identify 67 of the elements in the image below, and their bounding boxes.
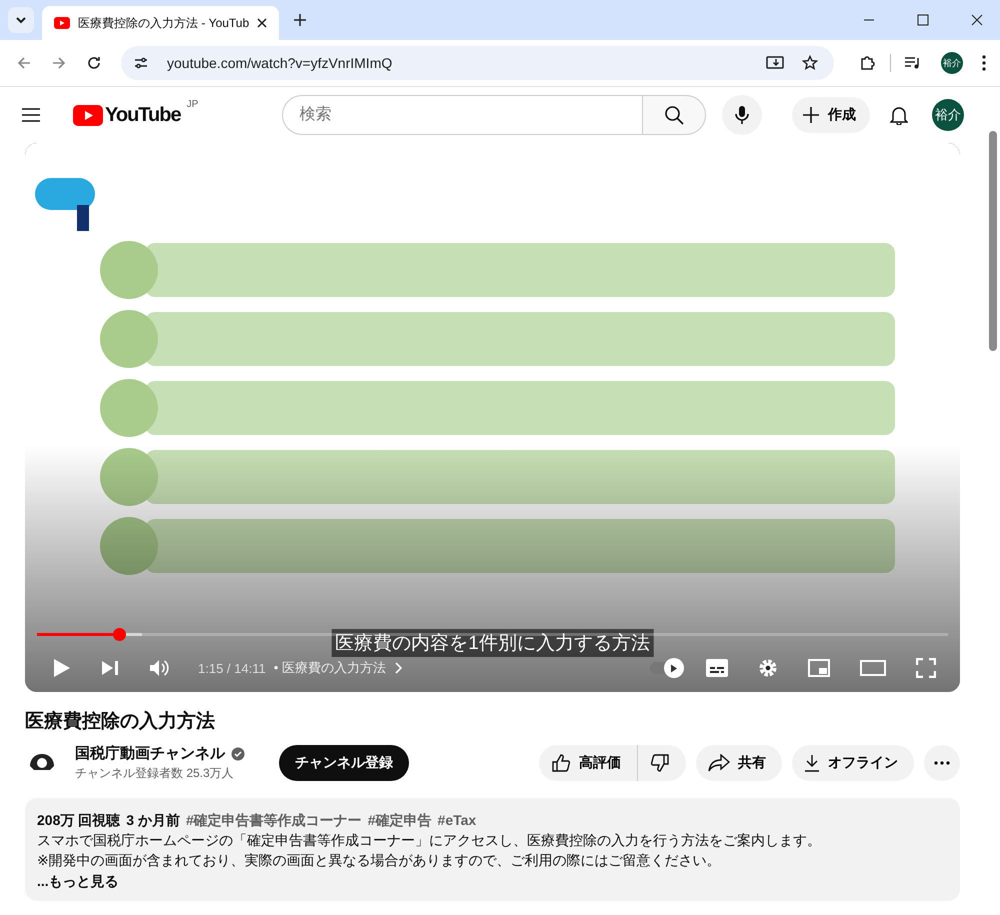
upload-age: 3 か月前 [126, 811, 180, 830]
search-button[interactable] [642, 95, 706, 135]
profile-avatar[interactable]: 裕介 [941, 52, 963, 74]
miniplayer-icon[interactable] [808, 659, 830, 677]
description-text: スマホで国税庁ホームページの「確定申告書等作成コーナー」にアクセスし、医療費控除の入力を行う方法をご案内します。 [37, 831, 822, 850]
reload-icon[interactable] [86, 55, 102, 71]
time-display: 1:15 / 14:11 [198, 660, 266, 676]
more-icon [934, 761, 950, 765]
media-controls-icon[interactable] [904, 55, 922, 71]
hashtag-link[interactable]: #eTax [438, 810, 476, 830]
close-icon[interactable] [257, 18, 268, 28]
play-icon [670, 664, 678, 672]
puzzle-icon[interactable] [859, 54, 877, 72]
settings-icon[interactable] [758, 658, 778, 678]
like-button[interactable]: 高評価 [539, 745, 638, 781]
youtube-logo-icon[interactable] [73, 104, 103, 126]
thumbs-down-icon [650, 753, 670, 773]
new-tab-icon[interactable] [293, 13, 308, 27]
search-icon [664, 105, 684, 125]
show-more-link[interactable]: ...もっと見る [37, 871, 119, 891]
chevron-right-icon [394, 662, 402, 674]
forward-icon[interactable] [51, 55, 67, 71]
browser-tab[interactable]: 医療費控除の入力方法 - YouTub [42, 6, 280, 40]
subscriber-count: チャンネル登録者数 25.3万人 [75, 765, 235, 782]
region-label: JP [186, 99, 198, 110]
play-icon[interactable] [53, 658, 71, 678]
theater-mode-icon[interactable] [860, 660, 886, 676]
url-text: youtube.com/watch?v=yfzVnrIMImQ [167, 55, 392, 71]
back-icon[interactable] [16, 55, 32, 71]
channel-name[interactable]: 国税庁動画チャンネル [75, 744, 225, 763]
video-title: 医療費控除の入力方法 [25, 710, 216, 734]
hashtag-link[interactable]: #確定申告 [368, 810, 432, 830]
user-avatar[interactable]: 裕介 [932, 99, 964, 131]
close-icon[interactable] [971, 14, 983, 26]
tab-title: 医療費控除の入力方法 - YouTub [78, 14, 250, 32]
view-count: 208万 回視聴 [37, 811, 120, 830]
search-field[interactable]: 検索 [282, 95, 642, 135]
youtube-logo-text[interactable]: YouTube [105, 104, 181, 126]
subtitles-icon[interactable] [706, 659, 728, 677]
hashtag-link[interactable]: #確定申告書等作成コーナー [186, 810, 362, 830]
download-button[interactable]: オフライン [792, 745, 914, 781]
description-panel[interactable]: 208万 回視聴 3 か月前 #確定申告書等作成コーナー #確定申告 #eTax スマホで国税庁ホームページの「確定申告書等作成コーナー」にアクセスし、医療費控除の入力を行う方法をご案内します。 ※開発中の画面が含まれており、実際の画面と異なる場合がありますので、ご利用の際にはご留意ください。 ...もっと見る [25, 798, 960, 901]
bell-icon[interactable] [890, 105, 908, 125]
menu-icon[interactable] [21, 107, 41, 123]
thumbs-up-icon [551, 753, 571, 773]
plus-icon [802, 106, 820, 124]
site-settings-icon[interactable] [133, 55, 149, 71]
next-icon[interactable] [101, 660, 119, 676]
download-icon [804, 754, 820, 772]
address-bar[interactable]: youtube.com/watch?v=yfzVnrIMImQ [121, 46, 834, 80]
youtube-favicon-icon [54, 17, 70, 29]
voice-search-button[interactable] [722, 95, 762, 135]
bookmark-star-icon[interactable] [802, 55, 818, 71]
tab-search-button[interactable] [8, 7, 34, 33]
caption-text: 医療費の内容を1件別に入力する方法 [331, 629, 654, 657]
share-arrow-icon [708, 754, 730, 772]
microphone-icon [735, 105, 750, 125]
fullscreen-icon[interactable] [916, 658, 936, 678]
install-app-icon[interactable] [766, 55, 784, 71]
maximize-icon[interactable] [917, 14, 929, 26]
share-button[interactable]: 共有 [696, 745, 782, 781]
volume-icon[interactable] [149, 659, 169, 677]
subscribe-button[interactable]: チャンネル登録 [279, 745, 409, 781]
more-icon[interactable] [982, 55, 986, 71]
create-button[interactable]: 作成 [792, 97, 870, 133]
dislike-button[interactable] [638, 745, 686, 781]
description-text: ※開発中の画面が含まれており、実際の画面と異なる場合がありますので、ご利用の際にはご留意ください。 [37, 851, 722, 870]
